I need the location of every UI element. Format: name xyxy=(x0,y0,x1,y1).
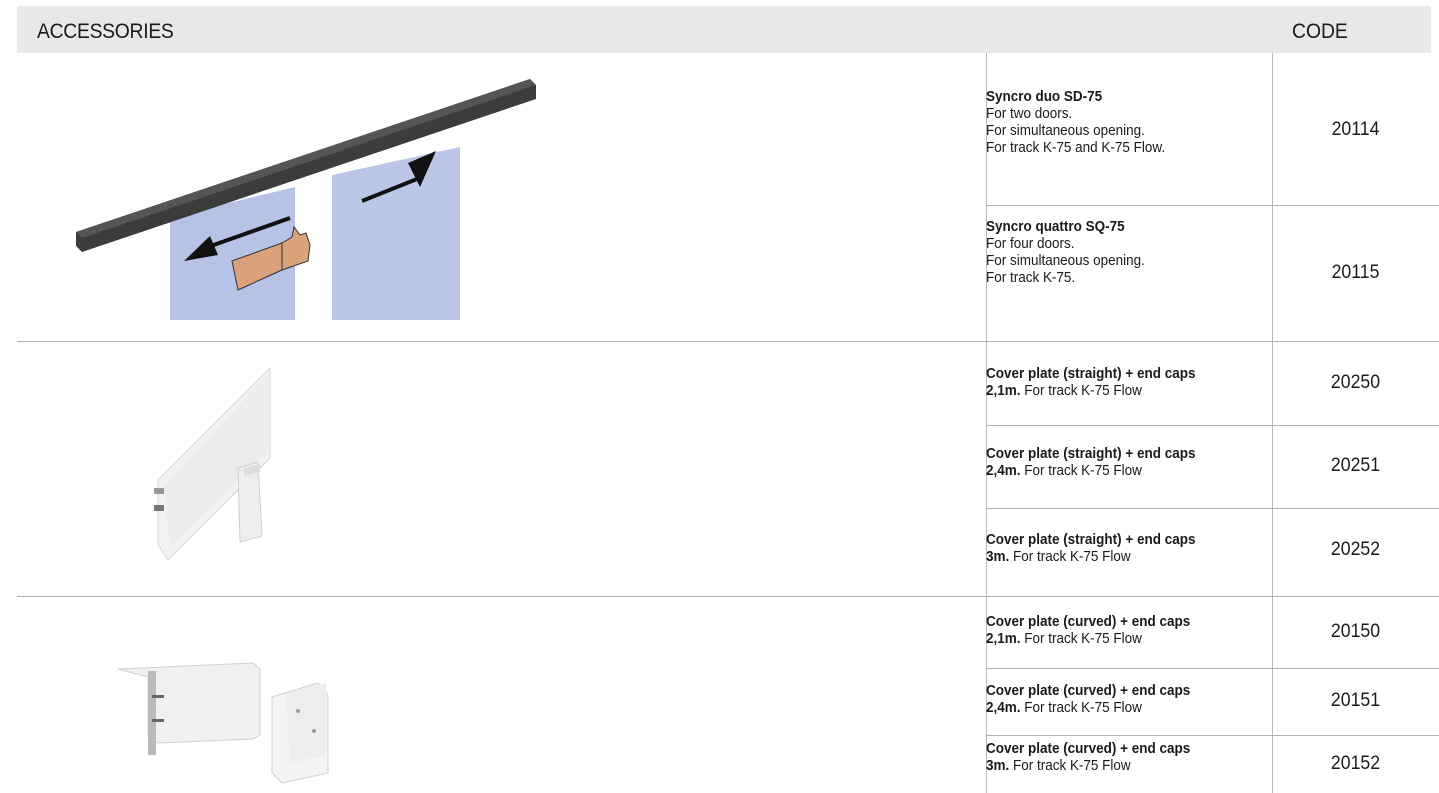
item-size: 3m. xyxy=(986,549,1010,565)
item-name: Cover plate (curved) + end caps xyxy=(986,741,1191,757)
item-description: Cover plate (straight) + end caps 2,1m. … xyxy=(986,366,1256,400)
item-description: Cover plate (curved) + end caps 2,4m. Fo… xyxy=(986,683,1256,717)
row-divider xyxy=(986,425,1439,426)
item-line: For four doors. xyxy=(986,236,1075,252)
header-code: CODE xyxy=(1292,20,1348,43)
column-divider-desc xyxy=(986,53,987,793)
item-line: For track K-75. xyxy=(986,270,1076,286)
item-code: 20114 xyxy=(1331,119,1380,140)
table-header: ACCESSORIES CODE xyxy=(17,6,1431,53)
item-rest: For track K-75 Flow xyxy=(1020,383,1142,399)
item-rest: For track K-75 Flow xyxy=(1020,463,1142,479)
item-rest: For track K-75 Flow xyxy=(1020,631,1142,647)
column-divider-code xyxy=(1272,53,1273,793)
item-description: Cover plate (curved) + end caps 3m. For … xyxy=(986,741,1256,775)
item-code: 20150 xyxy=(1330,621,1381,642)
row-divider xyxy=(986,205,1439,206)
item-size: 2,1m. xyxy=(986,631,1021,647)
item-size: 2,1m. xyxy=(986,383,1021,399)
item-name: Cover plate (curved) + end caps xyxy=(986,614,1191,630)
item-line: For simultaneous opening. xyxy=(986,123,1145,139)
item-description: Cover plate (straight) + end caps 3m. Fo… xyxy=(986,532,1256,566)
item-description: Syncro quattro SQ-75 For four doors. For… xyxy=(986,219,1256,287)
item-size: 2,4m. xyxy=(986,700,1021,716)
item-code: 20115 xyxy=(1331,262,1380,283)
item-name: Syncro quattro SQ-75 xyxy=(986,219,1125,235)
item-rest: For track K-75 Flow xyxy=(1009,758,1131,774)
item-code: 20152 xyxy=(1330,753,1381,774)
item-description: Cover plate (curved) + end caps 2,1m. Fo… xyxy=(986,614,1256,648)
item-name: Syncro duo SD-75 xyxy=(986,89,1103,105)
item-size: 3m. xyxy=(986,758,1010,774)
item-description: Cover plate (straight) + end caps 2,4m. … xyxy=(986,446,1256,480)
item-description: Syncro duo SD-75 For two doors. For simu… xyxy=(986,89,1256,157)
row-divider xyxy=(986,668,1439,669)
item-name: Cover plate (straight) + end caps xyxy=(986,446,1196,462)
item-code: 20251 xyxy=(1330,455,1381,476)
item-line: For track K-75 and K-75 Flow. xyxy=(986,140,1166,156)
row-divider xyxy=(986,508,1439,509)
item-name: Cover plate (curved) + end caps xyxy=(986,683,1191,699)
item-size: 2,4m. xyxy=(986,463,1021,479)
item-line: For two doors. xyxy=(986,106,1073,122)
curved-cover-plate-illustration xyxy=(117,662,329,784)
item-code: 20252 xyxy=(1330,539,1381,560)
straight-cover-plate-illustration xyxy=(154,366,271,560)
item-code: 20151 xyxy=(1330,690,1381,711)
item-line: For simultaneous opening. xyxy=(986,253,1145,269)
group-divider xyxy=(17,341,1439,342)
item-code: 20250 xyxy=(1330,372,1381,393)
door-right xyxy=(332,147,460,320)
group-divider xyxy=(17,596,1439,597)
item-rest: For track K-75 Flow xyxy=(1020,700,1142,716)
item-rest: For track K-75 Flow xyxy=(1009,549,1131,565)
item-name: Cover plate (straight) + end caps xyxy=(986,366,1196,382)
syncro-doors-illustration xyxy=(76,79,536,320)
header-title: ACCESSORIES xyxy=(37,20,174,43)
item-name: Cover plate (straight) + end caps xyxy=(986,532,1196,548)
row-divider xyxy=(986,735,1439,736)
